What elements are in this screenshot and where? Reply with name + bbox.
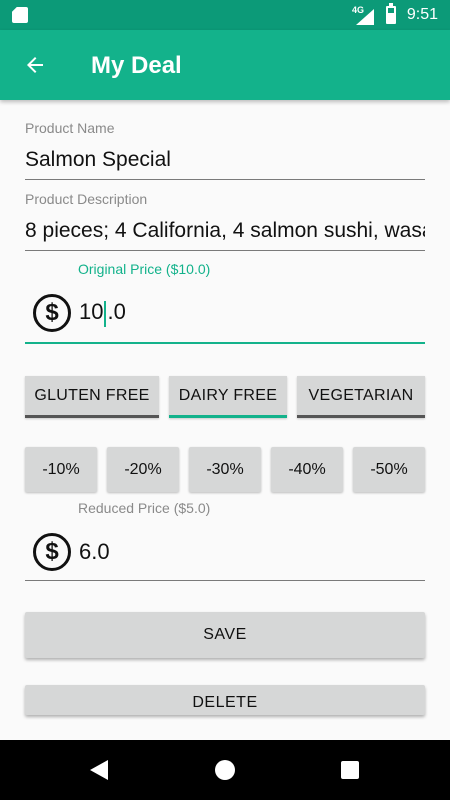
- navigation-bar: [0, 740, 450, 800]
- product-description-label: Product Description: [25, 191, 148, 207]
- status-time: 9:51: [406, 6, 438, 23]
- nav-recents-icon[interactable]: [341, 761, 359, 779]
- status-bar: 4G 9:51: [0, 0, 450, 30]
- save-button[interactable]: SAVE: [25, 612, 425, 658]
- discount-10-button[interactable]: -10%: [25, 447, 97, 492]
- battery-icon: [386, 3, 396, 24]
- nav-back-icon[interactable]: [90, 760, 108, 780]
- original-price-input[interactable]: $ 10.0: [25, 284, 425, 344]
- back-button[interactable]: [14, 44, 56, 86]
- discount-50-button[interactable]: -50%: [353, 447, 425, 492]
- arrow-left-icon: [27, 57, 43, 73]
- original-price-value: 10.0: [79, 299, 126, 327]
- product-description-input[interactable]: 8 pieces; 4 California, 4 salmon sushi, …: [25, 219, 425, 251]
- page-title: My Deal: [91, 52, 182, 79]
- nav-home-icon[interactable]: [215, 760, 235, 780]
- dollar-icon: $: [33, 533, 71, 571]
- product-name-label: Product Name: [25, 120, 115, 136]
- dollar-icon: $: [33, 294, 71, 332]
- original-price-label: Original Price ($10.0): [78, 261, 211, 277]
- reduced-price-input[interactable]: $ 6.0: [25, 524, 425, 581]
- delete-button[interactable]: DELETE: [25, 685, 425, 715]
- discount-40-button[interactable]: -40%: [271, 447, 343, 492]
- sd-card-icon: [12, 7, 28, 23]
- vegetarian-button[interactable]: VEGETARIAN: [297, 376, 425, 418]
- dairy-free-button[interactable]: DAIRY FREE: [169, 376, 287, 418]
- gluten-free-button[interactable]: GLUTEN FREE: [25, 376, 159, 418]
- reduced-price-label: Reduced Price ($5.0): [78, 500, 211, 516]
- discount-20-button[interactable]: -20%: [107, 447, 179, 492]
- product-name-input[interactable]: Salmon Special: [25, 148, 425, 180]
- network-type-label: 4G: [352, 5, 365, 15]
- reduced-price-value: 6.0: [79, 539, 110, 564]
- app-bar: My Deal: [0, 30, 450, 100]
- discount-30-button[interactable]: -30%: [189, 447, 261, 492]
